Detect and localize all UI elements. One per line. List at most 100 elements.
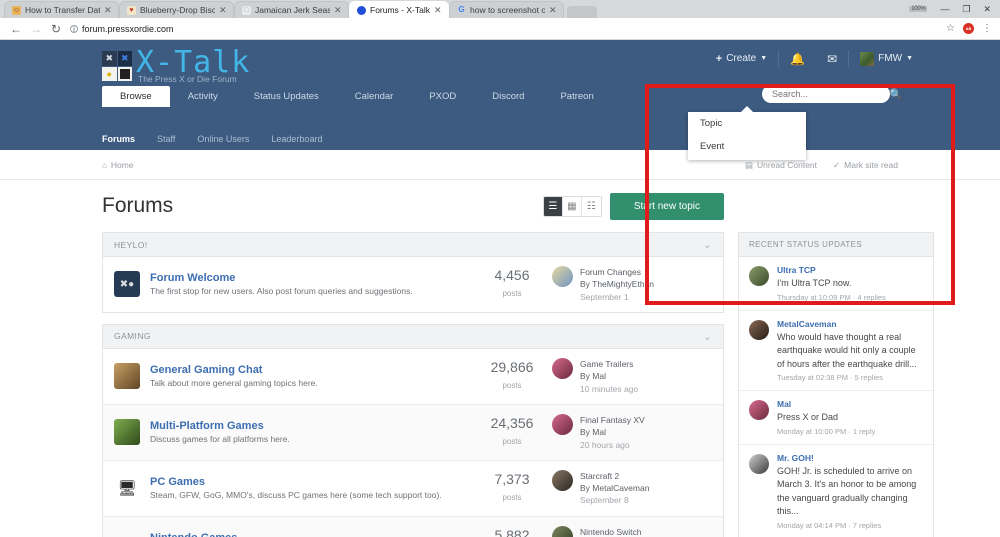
subnav-item-forums[interactable]: Forums [102,134,135,144]
subnav-item-staff[interactable]: Staff [157,134,175,144]
url-text: forum.pressxordie.com [82,23,174,34]
user-menu-button[interactable]: FMW ▼ [849,51,924,66]
avatar [749,319,769,340]
site-info-icon[interactable]: i [70,24,78,33]
reload-icon[interactable]: ↻ [46,22,66,36]
forum-name[interactable]: PC Games [150,476,472,488]
nav-tab-calendar[interactable]: Calendar [337,86,412,107]
forum-last-post: Starcraft 2 By MetalCaveman September 8 [552,469,712,507]
menu-item-topic[interactable]: Topic [688,112,806,135]
count-value: 5,882 [494,527,530,537]
browser-tab-2[interactable]: □ Jamaican Jerk Seasoning ✕ [234,1,349,18]
back-icon[interactable]: ← [6,22,26,36]
status-update-item[interactable]: Mal Press X or Dad Monday at 10:00 PM · … [739,391,933,445]
last-topic[interactable]: Final Fantasy XV [580,414,645,426]
browser-tabstrip: ☺ How to Transfer Data Be ✕ ♥ Blueberry-… [0,0,1000,18]
status-update-item[interactable]: Ultra TCP I'm Ultra TCP now. Thursday at… [739,257,933,311]
forum-row[interactable]: ✖● Forum Welcome The first stop for new … [103,257,723,312]
recent-status-updates-card: RECENT STATUS UPDATES Ultra TCP I'm Ultr… [738,232,934,537]
create-button[interactable]: + Create ▼ [705,53,778,65]
close-icon[interactable]: ✕ [549,5,557,15]
window-controls: 100% — ❐ ✕ [900,0,1000,18]
browser-tab-4[interactable]: G how to screenshot on w ✕ [448,1,564,18]
nav-tab-discord[interactable]: Discord [474,86,542,107]
nav-tab-status-updates[interactable]: Status Updates [236,86,337,107]
plus-icon: + [715,52,723,65]
forward-icon[interactable]: → [26,22,46,36]
condensed-view-icon[interactable]: ☷ [581,196,601,216]
logo-tagline: The Press X or Die Forum [138,74,237,84]
chrome-menu-icon[interactable]: ⋮ [982,23,992,34]
site-logo[interactable]: ✖ ✖ ● X-Talk The Press X or Die Forum [102,48,250,84]
unread-content-link[interactable]: ▤ Unread Content [745,160,817,171]
last-topic[interactable]: Starcraft 2 [580,470,649,482]
extension-icon[interactable]: AB [963,23,974,34]
status-author[interactable]: Mr. GOH! [777,453,923,463]
site-header: ✖ ✖ ● X-Talk The Press X or Die Forum + … [0,40,1000,160]
search-icon[interactable]: 🔍 [889,88,903,101]
unread-icon: ▤ [744,159,753,170]
forum-row[interactable]: General Gaming Chat Talk about more gene… [103,349,723,405]
new-tab-button[interactable] [566,6,597,18]
close-icon[interactable]: ✕ [434,5,442,15]
status-meta: Tuesday at 02:38 PM · 5 replies [777,373,884,382]
last-topic[interactable]: Nintendo Switch [580,526,664,537]
list-view-icon[interactable]: ☰ [543,196,563,216]
forum-icon: ● [114,531,140,537]
minimize-button[interactable]: — [940,4,949,14]
nav-tab-pxod[interactable]: PXOD [411,86,474,107]
browser-tab-3-active[interactable]: Forums - X-Talk ✕ [349,1,449,18]
breadcrumb[interactable]: ⌂ Home [102,160,134,170]
status-update-item[interactable]: MetalCaveman Who would have thought a re… [739,311,933,391]
count-value: 29,866 [490,359,534,376]
last-topic[interactable]: Forum Changes [580,266,654,278]
messages-button[interactable]: ✉ [816,52,848,66]
browser-tab-0[interactable]: ☺ How to Transfer Data Be ✕ [4,1,119,18]
status-meta: Monday at 04:14 PM · 7 replies [777,520,882,530]
notifications-button[interactable]: 🔔 [779,52,816,66]
circle-button-icon: ✖ [117,51,132,66]
forum-name[interactable]: Nintendo Games [150,532,472,537]
grid-view-icon[interactable]: ▦ [562,196,582,216]
subnav-item-online-users[interactable]: Online Users [197,134,249,144]
start-new-topic-button[interactable]: Start new topic [609,192,724,220]
forum-name[interactable]: Multi-Platform Games [150,420,472,432]
chevron-down-icon[interactable]: ⌄ [703,330,712,343]
mark-site-read-link[interactable]: ✓ Mark site read [833,160,898,171]
close-icon[interactable]: ✕ [219,5,227,15]
status-author[interactable]: Ultra TCP [777,265,923,275]
chevron-down-icon[interactable]: ⌄ [703,238,712,251]
maximize-button[interactable]: ❐ [962,4,970,15]
last-topic[interactable]: Game Trailers [580,358,638,370]
forum-row[interactable]: 🖥 PC Games Steam, GFW, GoG, MMO's, discu… [103,461,723,517]
create-dropdown-menu[interactable]: Topic Event [688,106,806,160]
last-date: 10 minutes ago [580,383,639,394]
address-bar[interactable]: i forum.pressxordie.com [70,21,946,37]
browser-tab-1[interactable]: ♥ Blueberry-Drop Biscuit C ✕ [119,1,234,18]
category-header[interactable]: GAMING ⌄ [103,324,723,349]
sidebar-title: RECENT STATUS UPDATES [749,240,863,249]
close-window-button[interactable]: ✕ [983,4,991,15]
forum-row[interactable]: Multi-Platform Games Discuss games for a… [103,404,723,461]
status-author[interactable]: MetalCaveman [777,319,923,329]
last-date: 20 hours ago [580,439,630,450]
nav-tab-patreon[interactable]: Patreon [542,86,611,107]
status-update-item[interactable]: Mr. GOH! GOH! Jr. is scheduled to arrive… [739,445,933,537]
forum-icon: 🖥 [117,480,137,498]
status-author[interactable]: Mal [777,399,923,409]
battery-indicator: 100% [909,6,928,12]
nav-tab-activity[interactable]: Activity [170,86,236,107]
breadcrumb-home: Home [110,160,134,170]
forum-name[interactable]: General Gaming Chat [150,364,472,376]
forum-row[interactable]: ● Nintendo Games Discuss Nintendo consol… [103,516,723,537]
subnav-item-leaderboard[interactable]: Leaderboard [271,134,322,144]
search-box[interactable]: 🔍 [762,85,903,103]
bookmark-star-icon[interactable]: ☆ [946,23,955,34]
forum-name[interactable]: Forum Welcome [150,272,472,284]
nav-tab-browse[interactable]: Browse [102,86,170,107]
close-icon[interactable]: ✕ [104,5,112,15]
category-header[interactable]: HEYLO! ⌄ [103,233,723,257]
search-input[interactable] [772,89,889,99]
close-icon[interactable]: ✕ [334,5,342,15]
menu-item-event[interactable]: Event [688,135,806,158]
